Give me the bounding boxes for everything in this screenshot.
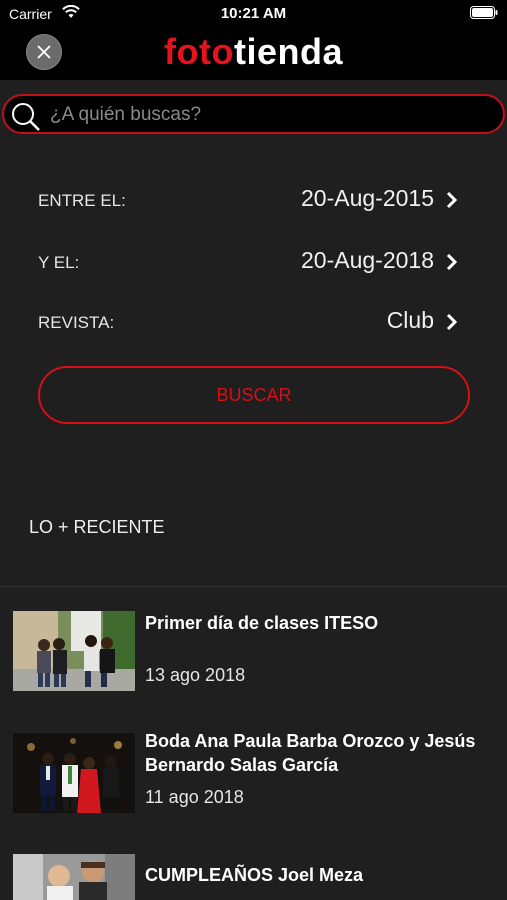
brand-part-1: foto: [164, 31, 234, 72]
clock: 10:21 AM: [220, 5, 287, 22]
search-input[interactable]: [48, 102, 492, 128]
feed-item[interactable]: Boda Ana Paula Barba Orozco y Jesús Bern…: [13, 729, 503, 815]
brand-logo: fototienda: [0, 31, 507, 73]
search-bar[interactable]: [2, 94, 505, 134]
feed-thumbnail: [13, 611, 135, 691]
section-title-recent: LO + RECIENTE: [29, 517, 165, 537]
feed-thumbnail: [13, 733, 135, 813]
feed-item-title: CUMPLEAÑOS Joel Meza: [145, 865, 364, 885]
feed-item[interactable]: CUMPLEAÑOS Joel Meza: [13, 854, 503, 900]
filter-start-date[interactable]: ENTRE EL: 20-Aug-2015: [38, 181, 466, 221]
filter-label: REVISTA:: [38, 313, 115, 332]
filter-value: 20-Aug-2015: [301, 185, 434, 211]
feed-thumbnail: [13, 854, 135, 900]
chevron-right-icon: [446, 313, 458, 331]
feed-item-date: 11 ago 2018: [145, 787, 244, 807]
chevron-right-icon: [446, 191, 458, 209]
nav-bar: fototienda: [0, 28, 507, 80]
feed-item[interactable]: Primer día de clases ITESO 13 ago 2018: [13, 611, 503, 693]
status-bar: Carrier 10:21 AM: [0, 0, 507, 28]
feed-item-title: Primer día de clases ITESO: [145, 613, 379, 633]
filter-value: 20-Aug-2018: [301, 247, 434, 273]
search-button[interactable]: BUSCAR: [38, 366, 470, 424]
chevron-right-icon: [446, 253, 458, 271]
search-icon: [12, 103, 40, 131]
filter-value: Club: [386, 307, 434, 333]
filter-label: Y EL:: [38, 253, 80, 272]
filter-magazine[interactable]: REVISTA: Club: [38, 303, 466, 343]
battery-icon: [470, 6, 498, 19]
filter-label: ENTRE EL:: [38, 191, 126, 210]
feed-item-date: 13 ago 2018: [145, 665, 246, 685]
divider: [0, 586, 507, 587]
filter-end-date[interactable]: Y EL: 20-Aug-2018: [38, 243, 466, 283]
feed-item-title: Boda Ana Paula Barba Orozco y Jesús Bern…: [145, 731, 476, 775]
brand-part-2: tienda: [233, 31, 343, 72]
